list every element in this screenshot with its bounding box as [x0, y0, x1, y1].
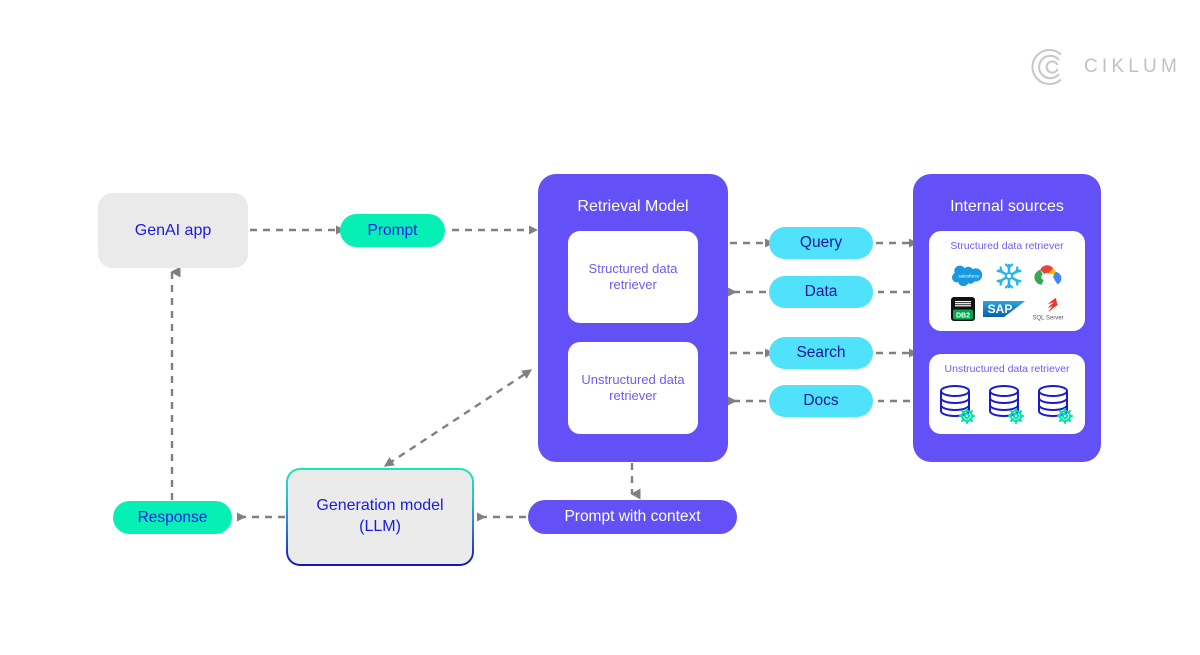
- database-gear-icon: [1034, 382, 1078, 428]
- unstructured-data-retriever-box[interactable]: Unstructured data retriever: [568, 342, 698, 434]
- structured-sources-card[interactable]: Structured data retriever salesforce DB2…: [929, 231, 1085, 331]
- svg-text:salesforce: salesforce: [959, 274, 980, 279]
- generation-model-line1: Generation model: [316, 497, 444, 515]
- retrieval-model-title: Retrieval Model: [577, 198, 689, 215]
- sap-logo-icon: SAP: [983, 298, 1025, 320]
- generation-model-node[interactable]: Generation model (LLM): [286, 468, 474, 566]
- genai-app-label: GenAI app: [134, 221, 212, 239]
- structured-retriever-line2: retriever: [609, 277, 657, 292]
- svg-text:SQL Server: SQL Server: [1032, 316, 1063, 322]
- unstructured-retriever-line2: retriever: [609, 388, 657, 403]
- svg-text:DB2: DB2: [956, 312, 970, 319]
- structured-retriever-line1: Structured data: [588, 260, 678, 276]
- ibm-db2-logo-icon: DB2: [950, 296, 976, 322]
- generation-model-label: Generation model (LLM): [316, 496, 443, 538]
- internal-sources-panel: Internal sources Structured data retriev…: [913, 174, 1101, 462]
- ciklum-concentric-arc-logo-icon: [1030, 47, 1070, 87]
- svg-text:SAP: SAP: [988, 302, 1013, 316]
- unstructured-sources-label: Unstructured data retriever: [944, 363, 1070, 375]
- docs-label: Docs: [803, 392, 839, 409]
- diagram-canvas: CIKLUM GenAI app Prompt Retrieval Model …: [0, 0, 1200, 655]
- snowflake-logo-icon: [994, 261, 1024, 291]
- structured-sources-label: Structured data retriever: [950, 240, 1064, 252]
- brand-logo: CIKLUM: [1030, 46, 1177, 88]
- prompt-with-context-label: Prompt with context: [564, 508, 701, 525]
- search-pill[interactable]: Search: [769, 337, 873, 369]
- database-icons-row: [935, 382, 1079, 428]
- unstructured-data-retriever-label: Unstructured data retriever: [581, 372, 684, 405]
- search-label: Search: [796, 344, 846, 361]
- docs-pill[interactable]: Docs: [769, 385, 873, 417]
- prompt-pill[interactable]: Prompt: [340, 214, 445, 247]
- retrieval-model-panel: Retrieval Model Structured data retrieve…: [538, 174, 728, 462]
- database-gear-icon: [936, 382, 980, 428]
- query-pill[interactable]: Query: [769, 227, 873, 259]
- generation-model-line2: (LLM): [359, 518, 401, 535]
- sql-server-logo-icon: SQL Server: [1032, 296, 1064, 322]
- brand-name: CIKLUM: [1084, 56, 1181, 77]
- response-label: Response: [137, 508, 208, 526]
- structured-data-retriever-box[interactable]: Structured data retriever: [568, 231, 698, 323]
- wire-llm-retrieval-bidirectional: [383, 369, 533, 467]
- unstructured-sources-card[interactable]: Unstructured data retriever: [929, 354, 1085, 434]
- structured-data-retriever-label: Structured data retriever: [589, 261, 678, 294]
- data-label: Data: [804, 283, 838, 300]
- prompt-label: Prompt: [367, 221, 418, 239]
- query-label: Query: [799, 234, 843, 251]
- prompt-with-context-pill[interactable]: Prompt with context: [528, 500, 737, 534]
- unstructured-retriever-line1: Unstructured data: [581, 371, 685, 387]
- structured-logos-row-2: DB2 SAP SQL Server: [937, 294, 1077, 324]
- internal-sources-title: Internal sources: [950, 198, 1064, 215]
- response-pill[interactable]: Response: [113, 501, 232, 534]
- salesforce-logo-icon: salesforce: [950, 263, 988, 289]
- genai-app-node[interactable]: GenAI app: [98, 193, 248, 268]
- data-pill[interactable]: Data: [769, 276, 873, 308]
- database-gear-icon: [985, 382, 1029, 428]
- structured-logos-row-1: salesforce: [937, 259, 1077, 293]
- google-cloud-logo-icon: [1030, 262, 1064, 290]
